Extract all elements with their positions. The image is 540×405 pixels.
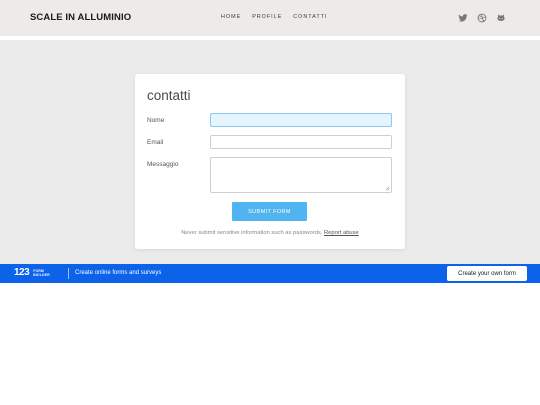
create-form-button[interactable]: Create your own form <box>447 266 527 281</box>
email-label: Email <box>147 139 164 146</box>
nav-item-contatti[interactable]: CONTATTI <box>293 14 327 20</box>
logo-number: 123 <box>14 267 30 278</box>
banner-tagline: Create online forms and surveys <box>75 270 162 276</box>
contact-form-card: contatti Nome Email Messaggio SUBMIT FOR… <box>135 74 405 249</box>
dribbble-icon[interactable] <box>477 13 487 23</box>
resize-handle-icon[interactable] <box>385 186 390 191</box>
message-textarea[interactable] <box>210 157 392 193</box>
security-note: Never submit sensitive information such … <box>135 230 405 236</box>
email-input[interactable] <box>210 135 392 149</box>
twitter-icon[interactable] <box>458 13 468 23</box>
banner-divider <box>68 268 69 279</box>
github-icon[interactable] <box>496 13 506 23</box>
report-abuse-link[interactable]: Report abuse <box>324 230 359 236</box>
main-nav: HOME PROFILE CONTATTI <box>221 14 327 20</box>
nav-item-profile[interactable]: PROFILE <box>252 14 282 20</box>
name-input[interactable] <box>210 113 392 127</box>
submit-button[interactable]: SUBMIT FORM <box>232 202 307 221</box>
site-brand[interactable]: SCALE IN ALLUMINIO <box>30 12 131 23</box>
form-title: contatti <box>147 88 191 103</box>
social-links <box>458 13 506 23</box>
security-note-text: Never submit sensitive information such … <box>181 230 323 236</box>
logo-line-2: BUILDER <box>33 273 50 277</box>
message-label: Messaggio <box>147 161 179 168</box>
form-builder-logo[interactable]: 123 FORM BUILDER <box>14 268 50 278</box>
name-label: Nome <box>147 117 165 124</box>
site-header: SCALE IN ALLUMINIO HOME PROFILE CONTATTI <box>0 0 540 36</box>
logo-subtitle: FORM BUILDER <box>33 269 50 277</box>
nav-item-home[interactable]: HOME <box>221 14 241 20</box>
